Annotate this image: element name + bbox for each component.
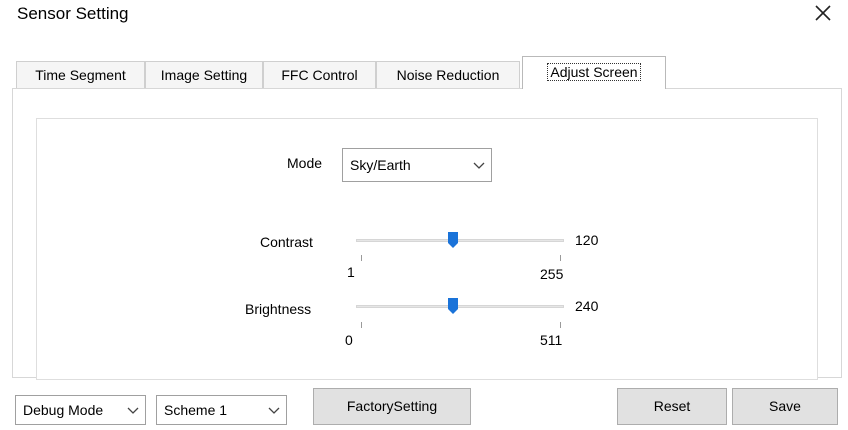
mode-value: Sky/Earth [350,157,411,173]
tab-label: Image Setting [160,67,248,83]
brightness-slider-track[interactable] [356,305,564,308]
brightness-tick-max [560,322,561,328]
contrast-max-label: 255 [540,266,564,282]
window-title: Sensor Setting [17,4,129,23]
mode-label: Mode [287,155,323,171]
brightness-max-label: 511 [540,332,563,348]
tab-label: Time Segment [35,67,126,83]
mode-select[interactable]: Sky/Earth [342,148,492,182]
factory-setting-button[interactable]: FactorySetting [313,388,471,425]
brightness-value: 240 [575,298,599,314]
contrast-slider-track[interactable] [356,239,564,242]
tab-label: Noise Reduction [396,67,500,83]
reset-button[interactable]: Reset [617,388,727,425]
scheme-value: Scheme 1 [164,402,228,418]
tab-label: Adjust Screen [547,63,641,81]
debug-mode-value: Debug Mode [23,402,104,418]
tab-adjust-screen[interactable]: Adjust Screen [522,56,666,89]
tab-ffc-control[interactable]: FFC Control [263,61,376,88]
brightness-slider-thumb[interactable] [448,298,458,314]
chevron-down-icon [127,407,139,414]
tab-label: FFC Control [281,67,358,83]
tab-image-setting[interactable]: Image Setting [145,61,263,88]
brightness-tick-min [361,322,362,328]
contrast-min-label: 1 [347,264,355,280]
debug-mode-select[interactable]: Debug Mode [15,395,146,425]
contrast-label: Contrast [260,234,313,250]
close-icon[interactable] [812,2,834,24]
contrast-slider-thumb[interactable] [448,232,458,248]
contrast-value: 120 [575,232,599,248]
contrast-tick-max [560,255,561,261]
tab-noise-reduction[interactable]: Noise Reduction [376,61,520,88]
chevron-down-icon [268,407,280,414]
brightness-min-label: 0 [345,332,353,348]
save-button[interactable]: Save [732,388,838,425]
tab-time-segment[interactable]: Time Segment [16,61,145,88]
contrast-tick-min [361,255,362,261]
brightness-label: Brightness [245,301,312,317]
chevron-down-icon [473,162,485,169]
scheme-select[interactable]: Scheme 1 [156,395,287,425]
close-button[interactable] [812,2,834,24]
